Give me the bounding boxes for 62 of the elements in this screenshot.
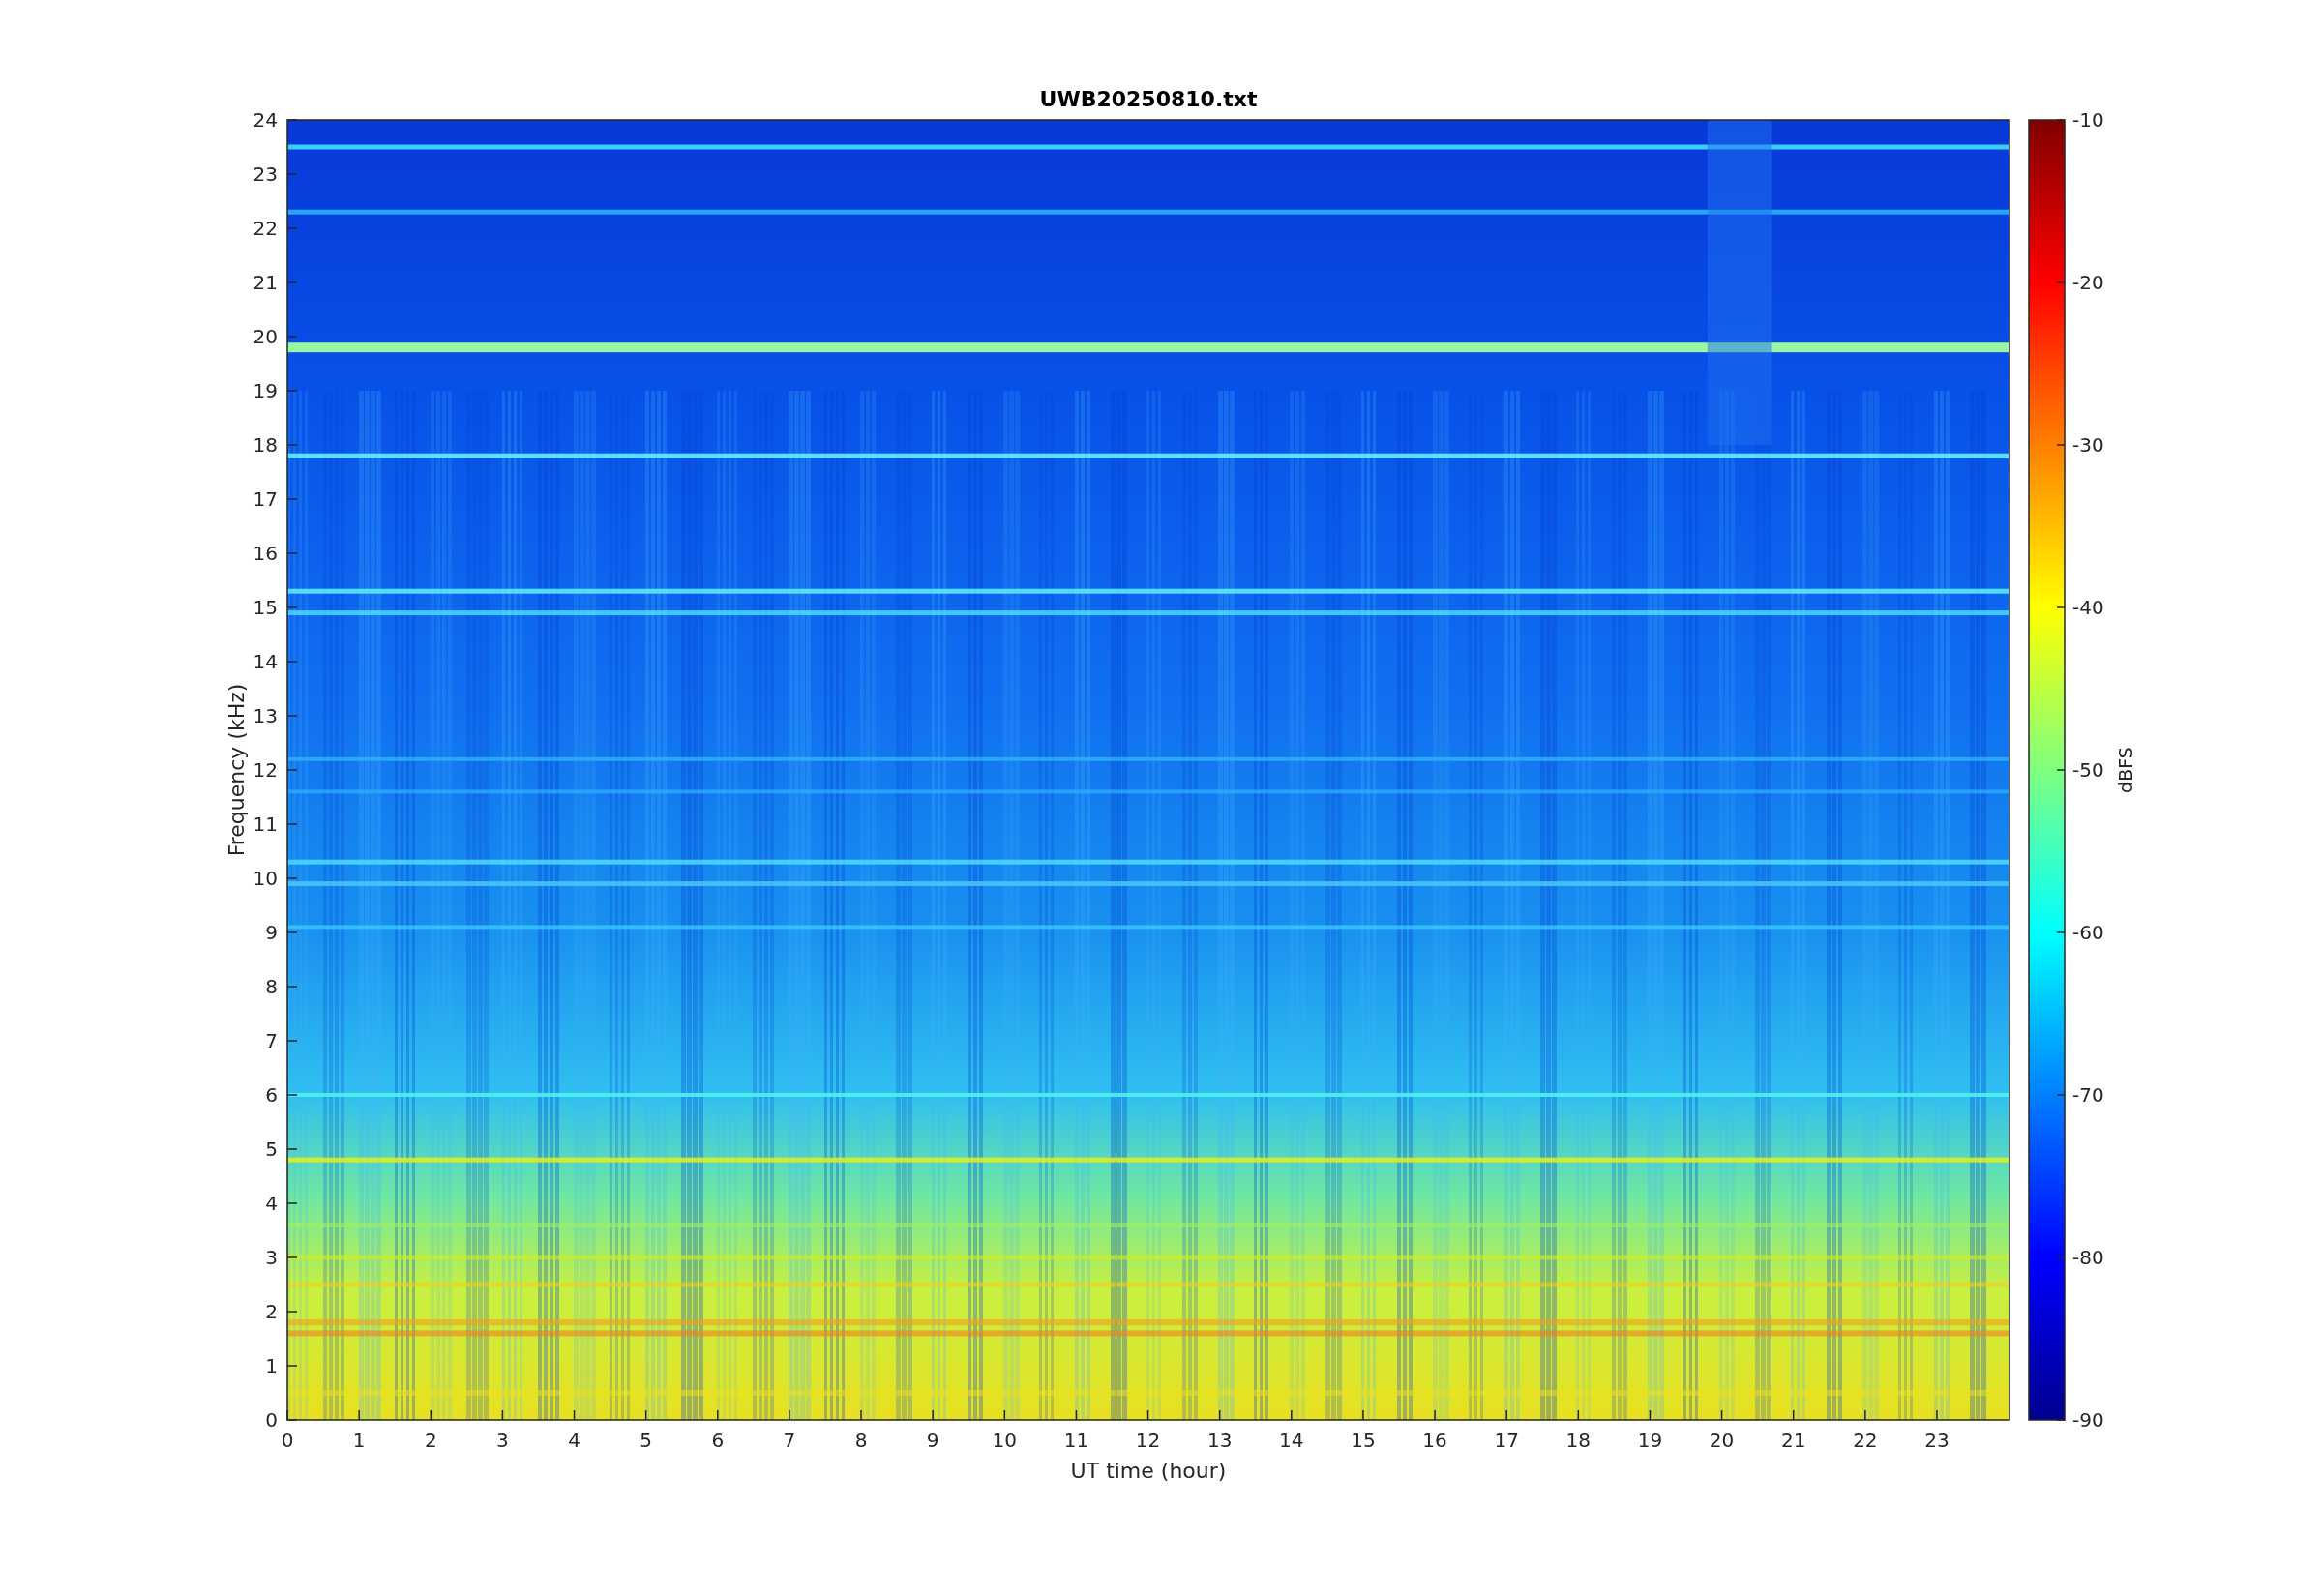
tick-label: 11 [253, 813, 278, 836]
tick-label: -10 [2072, 108, 2104, 132]
tick-label: 17 [1494, 1429, 1519, 1452]
tick-label: 5 [265, 1138, 278, 1161]
tick-label: 7 [265, 1029, 278, 1052]
tick-label: 5 [640, 1429, 652, 1452]
tick-label: 9 [265, 921, 278, 944]
tick-label: 16 [253, 542, 278, 565]
tick-label: 1 [352, 1429, 366, 1452]
tick-label: 2 [265, 1300, 278, 1323]
tick-label: 20 [253, 325, 278, 348]
tick-label: 14 [253, 650, 278, 673]
tick-label: -70 [2072, 1083, 2104, 1107]
tick-label: 4 [568, 1429, 580, 1452]
tick-label: 6 [711, 1429, 725, 1452]
tick-label: 19 [253, 379, 278, 402]
tick-label: 9 [926, 1429, 939, 1452]
tick-label: 17 [253, 488, 278, 511]
tick-label: 13 [1206, 1429, 1233, 1452]
axis-label: UT time (hour) [1070, 1459, 1227, 1483]
plot-title: UWB20250810.txt [1039, 87, 1258, 111]
tick-label: 8 [265, 975, 278, 998]
tick-label: 1 [265, 1354, 278, 1377]
tick-label: -20 [2072, 271, 2104, 294]
tick-label: 14 [1279, 1429, 1304, 1452]
tick-label: -60 [2072, 921, 2104, 944]
tick-label: 19 [1637, 1429, 1663, 1452]
tick-label: -50 [2072, 758, 2104, 782]
tick-label: 0 [281, 1429, 294, 1452]
tick-label: 18 [253, 433, 278, 457]
tick-label: 21 [253, 271, 278, 294]
tick-label: -90 [2072, 1408, 2104, 1432]
tick-label: 8 [854, 1429, 868, 1452]
tick-label: 0 [265, 1408, 278, 1432]
tick-label: 23 [1924, 1429, 1950, 1452]
tick-label: 3 [265, 1246, 278, 1269]
tick-label: 4 [265, 1192, 278, 1215]
tick-label: 12 [1135, 1429, 1161, 1452]
tick-label: 15 [253, 596, 278, 619]
tick-label: 11 [1063, 1429, 1089, 1452]
tick-label: 2 [424, 1429, 437, 1452]
tick-label: 15 [1351, 1429, 1376, 1452]
tick-label: 13 [253, 704, 278, 727]
tick-label: 3 [496, 1429, 509, 1452]
tick-label: 10 [253, 867, 278, 890]
tick-label: 21 [1781, 1429, 1806, 1452]
tick-label: 12 [253, 758, 278, 782]
tick-label: 10 [992, 1429, 1018, 1452]
tick-label: 22 [253, 217, 278, 240]
tick-label: 24 [253, 108, 278, 132]
tick-label: 6 [265, 1083, 278, 1107]
tick-label: 7 [783, 1429, 796, 1452]
tick-label: 23 [253, 163, 278, 186]
tick-label: -40 [2072, 596, 2104, 619]
tick-label: 22 [1853, 1429, 1878, 1452]
axis-label: Frequency (kHz) [224, 683, 249, 857]
tick-label: -30 [2072, 433, 2104, 457]
tick-label: 16 [1422, 1429, 1447, 1452]
tick-label: -80 [2072, 1246, 2104, 1269]
tick-label: 20 [1709, 1429, 1735, 1452]
colorbar-label: dBFS [2115, 747, 2136, 793]
tick-label: 18 [1565, 1429, 1592, 1452]
